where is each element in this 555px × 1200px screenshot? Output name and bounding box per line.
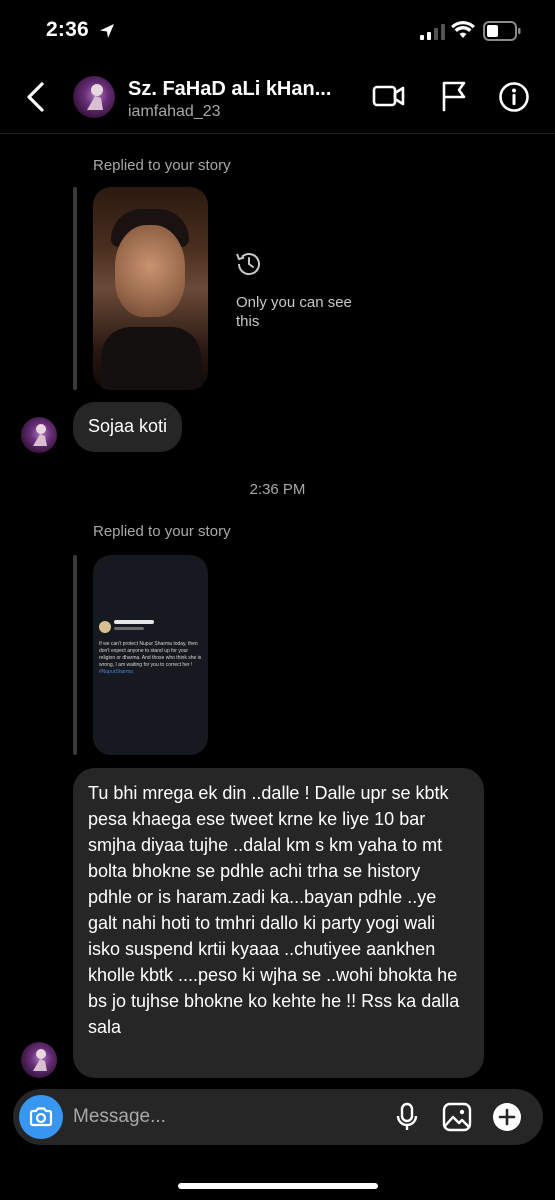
tweet-author-name bbox=[114, 620, 154, 624]
tweet-hashtag: #NupurSharma bbox=[99, 669, 133, 675]
avatar-figure-icon bbox=[33, 1049, 47, 1071]
contact-avatar[interactable] bbox=[73, 76, 115, 118]
status-bar: 2:36 bbox=[0, 0, 555, 64]
replied-to-story-label: Replied to your story bbox=[93, 157, 231, 174]
camera-icon bbox=[29, 1107, 53, 1127]
sender-avatar[interactable] bbox=[21, 1042, 57, 1078]
message-timestamp: 2:36 PM bbox=[249, 481, 306, 498]
home-indicator bbox=[178, 1183, 378, 1189]
camera-button[interactable] bbox=[19, 1095, 63, 1139]
message-bubble[interactable]: Sojaa koti bbox=[73, 402, 183, 452]
reply-quote-bar bbox=[73, 187, 77, 390]
story-thumbnail[interactable]: If we can't protect Nupur Sharma today, … bbox=[93, 555, 208, 755]
back-chevron-icon[interactable] bbox=[22, 81, 48, 113]
tweet-body: If we can't protect Nupur Sharma today, … bbox=[99, 641, 202, 668]
wifi-icon bbox=[451, 21, 475, 38]
tweet-text: If we can't protect Nupur Sharma today, … bbox=[99, 641, 203, 676]
replied-to-story-label: Replied to your story bbox=[93, 523, 231, 540]
microphone-icon[interactable] bbox=[395, 1102, 419, 1132]
story-photo-face bbox=[115, 225, 185, 317]
story-expired-text: Only you can see this bbox=[236, 294, 352, 330]
avatar-figure-icon bbox=[87, 84, 103, 110]
info-icon[interactable] bbox=[498, 81, 530, 113]
report-flag-icon[interactable] bbox=[440, 80, 468, 112]
message-input[interactable] bbox=[73, 1103, 373, 1131]
tweet-avatar bbox=[99, 621, 111, 633]
story-photo-shirt bbox=[101, 327, 201, 390]
video-call-icon[interactable] bbox=[372, 83, 406, 109]
chat-header: Sz. FaHaD aLi kHan... iamfahad_23 bbox=[0, 64, 555, 134]
gallery-icon[interactable] bbox=[442, 1102, 472, 1132]
sender-avatar[interactable] bbox=[21, 417, 57, 453]
tweet-author-handle bbox=[114, 627, 144, 630]
message-composer bbox=[13, 1089, 543, 1145]
cellular-signal-icon bbox=[420, 24, 445, 40]
location-arrow-icon bbox=[100, 24, 114, 38]
status-time: 2:36 bbox=[46, 18, 89, 41]
history-clock-icon bbox=[236, 253, 260, 276]
story-thumbnail[interactable] bbox=[93, 187, 208, 390]
message-bubble[interactable]: Tu bhi mrega ek din ..dalle ! Dalle upr … bbox=[73, 768, 484, 1078]
contact-name[interactable]: Sz. FaHaD aLi kHan... bbox=[128, 78, 350, 101]
add-sticker-icon[interactable] bbox=[492, 1102, 522, 1132]
avatar-figure-icon bbox=[33, 424, 47, 446]
reply-quote-bar bbox=[73, 555, 77, 755]
contact-username[interactable]: iamfahad_23 bbox=[128, 103, 221, 121]
battery-icon bbox=[483, 21, 521, 41]
